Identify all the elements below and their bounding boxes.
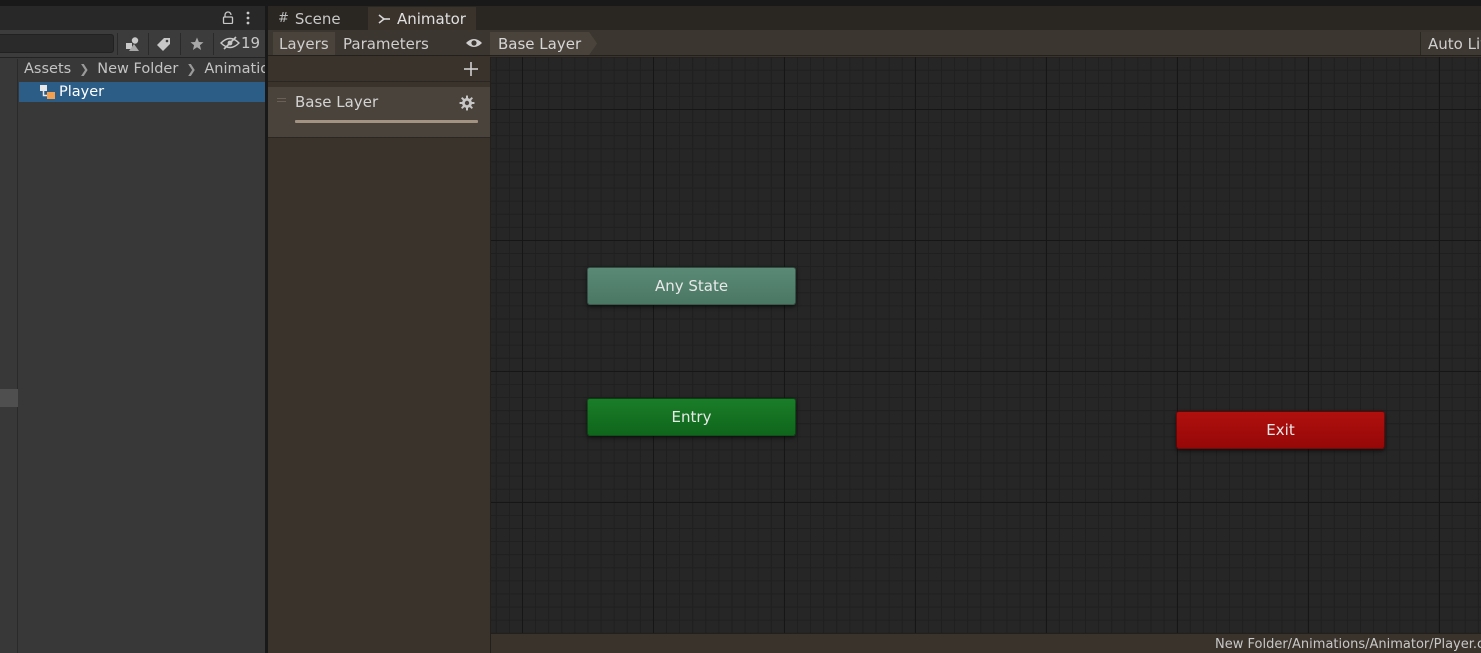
layer-weight-bar [295, 120, 478, 123]
breadcrumb-item-animation[interactable]: Animation [204, 61, 265, 77]
breadcrumb-item-new-folder[interactable]: New Folder [97, 61, 178, 77]
entry-node[interactable]: Entry [587, 398, 796, 436]
exit-node[interactable]: Exit [1176, 411, 1385, 449]
chevron-right-icon: ❯ [79, 62, 90, 76]
project-search-input[interactable] [0, 34, 114, 53]
state-machine-graph[interactable]: Any State Entry Exit [491, 57, 1481, 633]
breadcrumb: Assets ❯ New Folder ❯ Animation [24, 59, 265, 79]
toolbar-separator [180, 33, 181, 55]
tab-animator-label: Animator [397, 9, 466, 28]
animator-window: # Scene Animator Layers Parameters Base … [268, 6, 1481, 653]
asset-label: Player [59, 84, 105, 100]
more-menu-icon[interactable] [243, 11, 253, 25]
layer-item-base-layer[interactable]: Base Layer [268, 87, 490, 138]
eye-slash-icon [220, 36, 240, 50]
tab-scene-label: Scene [294, 9, 341, 28]
grid-icon: # [278, 11, 289, 26]
animator-controller-icon [40, 85, 55, 99]
tab-animator[interactable]: Animator [368, 7, 476, 30]
sidebar-selected-item[interactable] [0, 389, 18, 407]
tab-layers[interactable]: Layers [273, 32, 335, 55]
window-tab-bar: # Scene Animator [268, 6, 1481, 30]
layers-header [268, 57, 490, 82]
any-state-node[interactable]: Any State [587, 267, 796, 305]
auto-live-link-button[interactable]: Auto Liv [1420, 32, 1481, 55]
layer-name: Base Layer [295, 93, 379, 111]
chevron-right-icon: ❯ [186, 62, 197, 76]
project-panel: 19 Assets ❯ New Folder ❯ Animation Playe… [0, 6, 265, 653]
tag-icon [157, 38, 170, 51]
asset-path-label: New Folder/Animations/Animator/Player.c [1215, 637, 1481, 652]
tab-scene[interactable]: # Scene [268, 7, 351, 30]
asset-row-player[interactable]: Player [19, 82, 265, 102]
project-panel-titlebar [0, 6, 265, 30]
layer-breadcrumb[interactable]: Base Layer [490, 32, 597, 55]
lock-icon[interactable] [222, 11, 234, 24]
shapes-icon [126, 37, 139, 51]
breadcrumb-item-assets[interactable]: Assets [24, 61, 71, 77]
status-bar: New Folder/Animations/Animator/Player.c [491, 633, 1481, 653]
animator-icon [378, 13, 390, 24]
eye-icon[interactable] [465, 37, 483, 49]
tab-parameters[interactable]: Parameters [337, 32, 435, 55]
gear-icon[interactable] [459, 95, 475, 111]
layers-panel: Base Layer [268, 57, 491, 653]
hidden-count-label: 19 [241, 34, 261, 52]
star-icon [190, 37, 204, 50]
toolbar-separator [213, 33, 214, 55]
filter-by-type-button[interactable] [117, 32, 147, 56]
project-toolbar: 19 [0, 30, 265, 58]
drag-handle-icon[interactable] [277, 98, 286, 102]
plus-icon[interactable] [462, 60, 480, 78]
animator-toolbar: Layers Parameters Base Layer Auto Liv [268, 30, 1481, 56]
folder-tree-sidebar[interactable] [0, 59, 18, 653]
hidden-packages-toggle[interactable]: 19 [220, 34, 260, 52]
favorites-button[interactable] [182, 32, 212, 56]
filter-by-label-button[interactable] [149, 32, 179, 56]
